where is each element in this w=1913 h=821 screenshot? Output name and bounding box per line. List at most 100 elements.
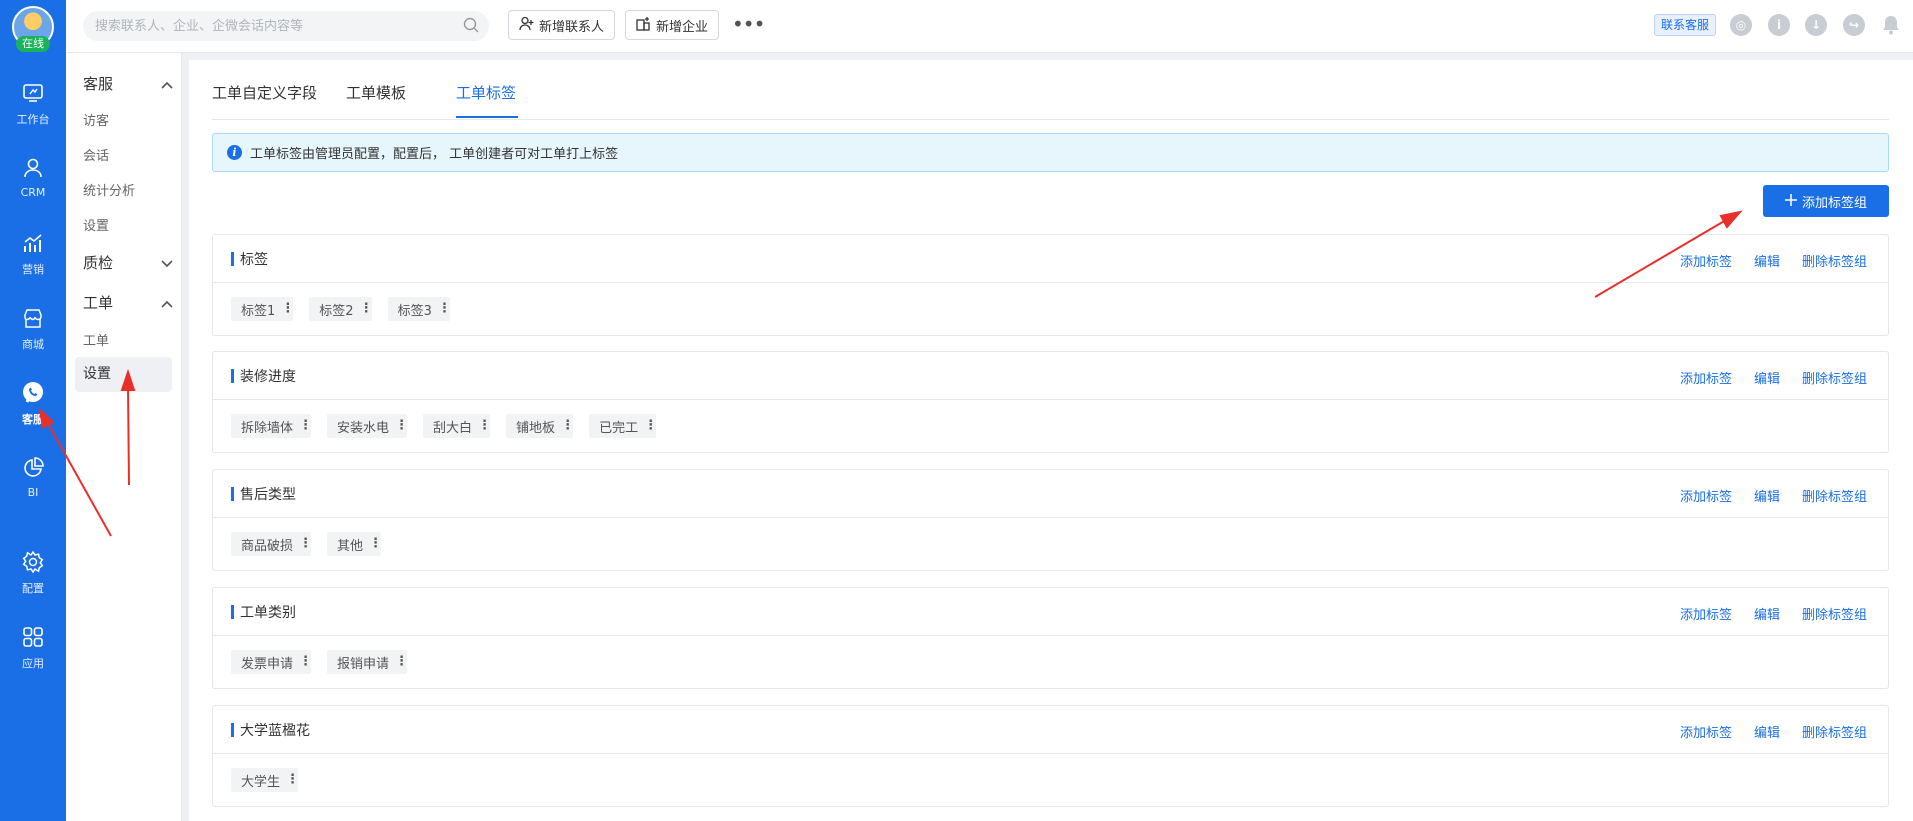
store-icon [20,305,46,331]
tag-group-header: 售后类型 添加标签 编辑 删除标签组 [213,470,1888,518]
share-icon[interactable]: ↪ [1843,14,1865,36]
tag-chip[interactable]: 发票申请 ⋮ [231,650,312,674]
tag-group-title: 售后类型 [240,486,296,503]
more-vertical-icon[interactable]: ⋮ [299,532,312,556]
edit-group-link[interactable]: 编辑 [1754,486,1780,505]
add-tag-link[interactable]: 添加标签 [1680,368,1732,387]
bell-icon[interactable] [1880,14,1902,36]
rail-item-workbench[interactable]: 工作台 [0,72,66,136]
tag-chip[interactable]: 铺地板 ⋮ [506,414,574,438]
tag-chip[interactable]: 已完工 ⋮ [589,414,657,438]
tag-chip[interactable]: 标签2 ⋮ [309,297,373,321]
tag-group-title: 大学蓝楹花 [240,722,310,739]
subnav-item-ticket-settings[interactable]: 设置 [75,357,172,392]
subnav-group-label: 客服 [83,75,114,93]
rail-item-marketing[interactable]: 营销 [0,222,66,286]
online-status-badge: 在线 [16,36,50,52]
add-tag-link[interactable]: 添加标签 [1680,486,1732,505]
download-icon[interactable]: ↓ [1805,14,1827,36]
add-contact-button[interactable]: 新增联系人 [508,10,616,40]
tab-tags[interactable]: 工单标签 [456,82,516,103]
add-tag-link[interactable]: 添加标签 [1680,604,1732,623]
more-vertical-icon[interactable]: ⋮ [561,414,574,438]
edit-group-link[interactable]: 编辑 [1754,604,1780,623]
tag-chip[interactable]: 大学生 ⋮ [231,768,299,792]
subnav-group-kefu[interactable]: 客服 [83,73,173,94]
more-vertical-icon[interactable]: ⋮ [438,297,451,321]
pie-icon [20,455,46,481]
edit-group-link[interactable]: 编辑 [1754,722,1780,741]
add-tag-link[interactable]: 添加标签 [1680,251,1732,270]
subnav-item-sessions[interactable]: 会话 [83,145,109,164]
more-vertical-icon[interactable]: ⋮ [644,414,657,438]
rail-label: 应用 [22,657,44,670]
rail-label: 营销 [22,263,44,276]
tag-chip[interactable]: 商品破损 ⋮ [231,532,312,556]
subnav-item-tickets[interactable]: 工单 [83,330,109,349]
search-icon[interactable] [463,17,480,34]
group-accent-bar [231,722,234,737]
delete-group-link[interactable]: 删除标签组 [1802,368,1867,387]
info-icon[interactable]: i [1768,14,1790,36]
topbar: 新增联系人 新增企业 ••• 联系客服 ◎ i ↓ ↪ [66,0,1913,53]
tag-group: 工单类别 添加标签 编辑 删除标签组 发票申请 ⋮ 报销申请 ⋮ [212,587,1889,689]
more-vertical-icon[interactable]: ⋮ [360,297,373,321]
workbench-icon [20,80,46,106]
tag-chip[interactable]: 拆除墙体 ⋮ [231,414,312,438]
edit-group-link[interactable]: 编辑 [1754,368,1780,387]
rail-label: 工作台 [16,113,50,126]
add-tag-group-button[interactable]: 添加标签组 [1763,185,1889,217]
more-vertical-icon[interactable]: ⋮ [478,414,491,438]
add-company-label: 新增企业 [656,19,709,35]
subnav-item-visitors[interactable]: 访客 [83,110,109,129]
delete-group-link[interactable]: 删除标签组 [1802,251,1867,270]
more-vertical-icon[interactable]: ⋮ [299,414,312,438]
rail-label: 客服 [22,413,44,426]
subnav-item-analytics[interactable]: 统计分析 [83,180,135,199]
user-avatar[interactable]: 在线 [12,6,54,52]
more-vertical-icon[interactable]: ⋮ [369,532,382,556]
tag-chip[interactable]: 其他 ⋮ [327,532,382,556]
tag-chip[interactable]: 标签3 ⋮ [387,297,451,321]
tag-chip[interactable]: 安装水电 ⋮ [327,414,408,438]
more-vertical-icon[interactable]: ⋮ [281,297,294,321]
subnav-group-tickets[interactable]: 工单 [83,292,173,313]
main-panel: 工单自定义字段 工单模板 工单标签 i 工单标签由管理员配置，配置后， 工单创建… [189,60,1913,821]
tab-custom-fields[interactable]: 工单自定义字段 [212,82,317,103]
add-company-button[interactable]: 新增企业 [625,10,720,40]
subnav-item-kefu-settings[interactable]: 设置 [83,215,109,234]
more-vertical-icon[interactable]: ⋮ [299,650,312,674]
rail-item-customer-service[interactable]: 客服 [0,372,66,436]
subnav-group-qc[interactable]: 质检 [83,252,173,273]
rail-label: CRM [20,186,46,199]
tag-chip[interactable]: 刮大白 ⋮ [423,414,491,438]
tag-group-header: 工单类别 添加标签 编辑 删除标签组 [213,588,1888,636]
delete-group-link[interactable]: 删除标签组 [1802,604,1867,623]
tag-chip[interactable]: 标签1 ⋮ [231,297,294,321]
more-vertical-icon[interactable]: ⋮ [395,414,408,438]
rail-item-config[interactable]: 配置 [0,541,66,605]
rail-item-crm[interactable]: CRM [0,147,66,211]
tag-group-actions: 添加标签 编辑 删除标签组 [1680,368,1867,387]
rail-item-bi[interactable]: BI [0,447,66,511]
tab-templates[interactable]: 工单模板 [346,82,406,103]
add-tag-link[interactable]: 添加标签 [1680,722,1732,741]
rail-item-apps[interactable]: 应用 [0,616,66,680]
tag-group-actions: 添加标签 编辑 删除标签组 [1680,486,1867,505]
tag-label: 已完工 [599,420,639,436]
more-vertical-icon[interactable]: ⋮ [286,768,299,792]
headset-icon[interactable]: ◎ [1730,14,1752,36]
delete-group-link[interactable]: 删除标签组 [1802,722,1867,741]
tag-chip[interactable]: 报销申请 ⋮ [327,650,408,674]
delete-group-link[interactable]: 删除标签组 [1802,486,1867,505]
rail-label: 商城 [22,338,44,351]
contact-support-button[interactable]: 联系客服 [1654,14,1717,36]
person-icon [20,155,46,181]
rail-item-store[interactable]: 商城 [0,297,66,361]
more-icon[interactable]: ••• [732,12,765,36]
search-input[interactable] [83,11,489,41]
more-vertical-icon[interactable]: ⋮ [395,650,408,674]
add-tag-group-label: 添加标签组 [1801,194,1867,210]
edit-group-link[interactable]: 编辑 [1754,251,1780,270]
chat-icon [20,380,46,406]
